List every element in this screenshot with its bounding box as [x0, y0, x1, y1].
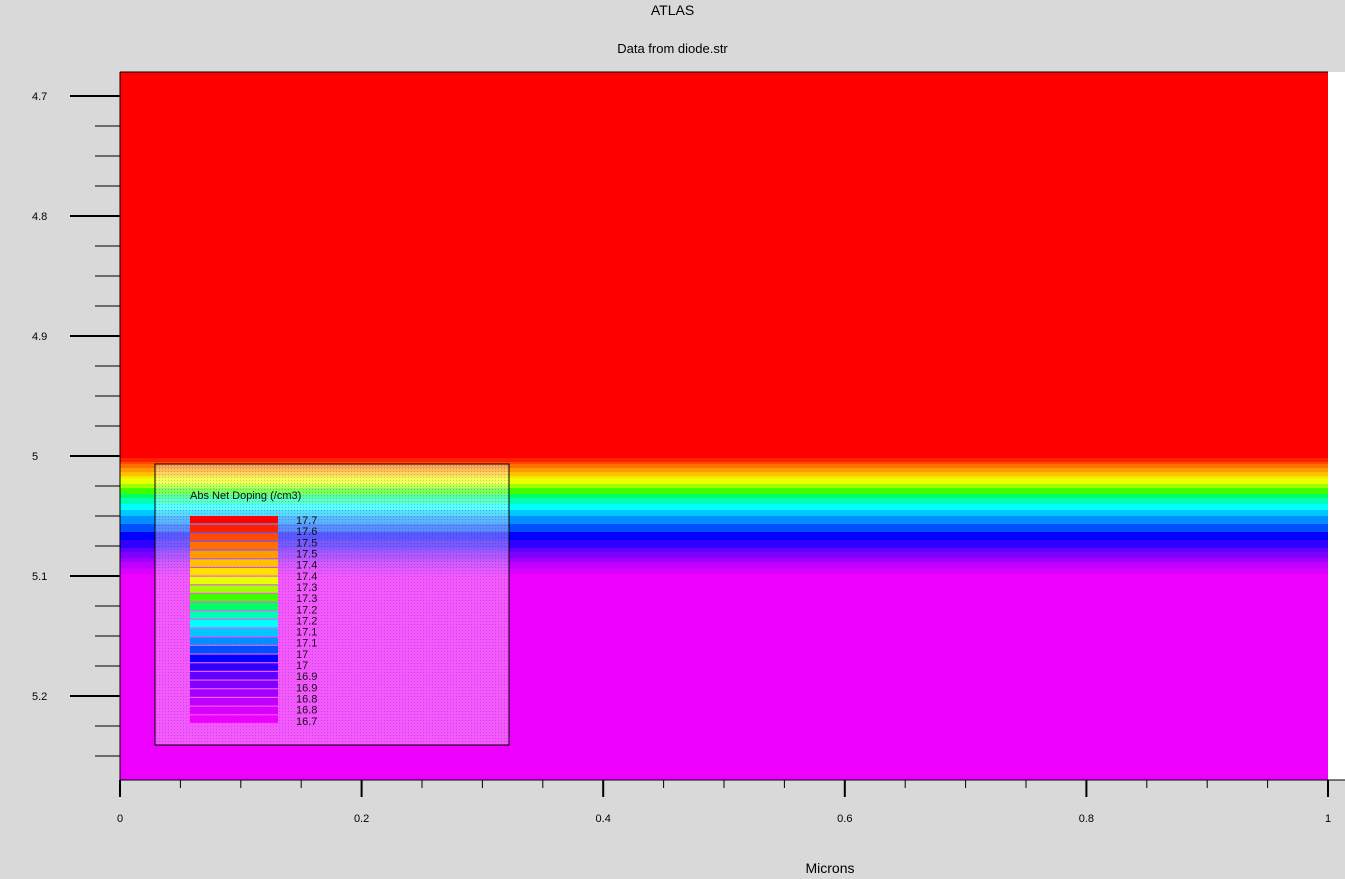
- legend-swatch: [190, 550, 278, 559]
- x-tick-label: 0.2: [354, 813, 369, 825]
- y-tick-label: 4.8: [32, 211, 47, 223]
- legend-swatch: [190, 646, 278, 654]
- legend-swatch: [190, 576, 278, 585]
- legend-swatch: [190, 594, 278, 602]
- legend: Abs Net Doping (/cm3)17.717.617.517.517.…: [154, 463, 510, 746]
- legend-swatch: [190, 620, 278, 628]
- legend-swatch: [190, 698, 278, 706]
- y-tick-label: 4.7: [32, 91, 47, 103]
- legend-swatch: [190, 680, 278, 689]
- x-tick-label: 0: [117, 813, 123, 825]
- legend-swatch: [190, 559, 278, 567]
- legend-title: Abs Net Doping (/cm3): [190, 490, 301, 502]
- y-tick-label: 5: [32, 451, 38, 463]
- legend-swatch: [190, 628, 278, 637]
- x-axis-label: Microns: [805, 860, 855, 876]
- legend-swatch: [190, 706, 278, 715]
- x-tick-label: 1: [1325, 813, 1331, 825]
- plot-right-margin: [1328, 72, 1345, 780]
- legend-swatch: [190, 542, 278, 550]
- plot-area: 4.7 4.8 4.9 5 5.1 5.2 0 0.2 0.4 0.6 0.8 1 Abs Net D…: [32, 71, 1345, 825]
- x-tick-label: 0.4: [596, 813, 611, 825]
- legend-swatch: [190, 663, 278, 671]
- legend-swatch: [190, 602, 278, 611]
- legend-swatch: [190, 533, 278, 541]
- legend-label: 16.7: [296, 716, 317, 728]
- y-tick-label: 4.9: [32, 331, 47, 343]
- x-tick-label: 0.6: [837, 813, 852, 825]
- legend-swatch: [190, 516, 278, 524]
- legend-swatch: [190, 611, 278, 619]
- legend-swatch: [190, 524, 278, 533]
- legend-swatch: [190, 637, 278, 645]
- y-tick-label: 5.2: [32, 691, 47, 703]
- legend-swatch: [190, 672, 278, 680]
- legend-swatch: [190, 689, 278, 697]
- legend-swatch: [190, 654, 278, 663]
- x-tick-label: 0.8: [1079, 813, 1094, 825]
- legend-swatch: [190, 585, 278, 593]
- legend-swatch: [190, 715, 278, 723]
- y-tick-label: 5.1: [32, 571, 47, 583]
- legend-swatch: [190, 568, 278, 576]
